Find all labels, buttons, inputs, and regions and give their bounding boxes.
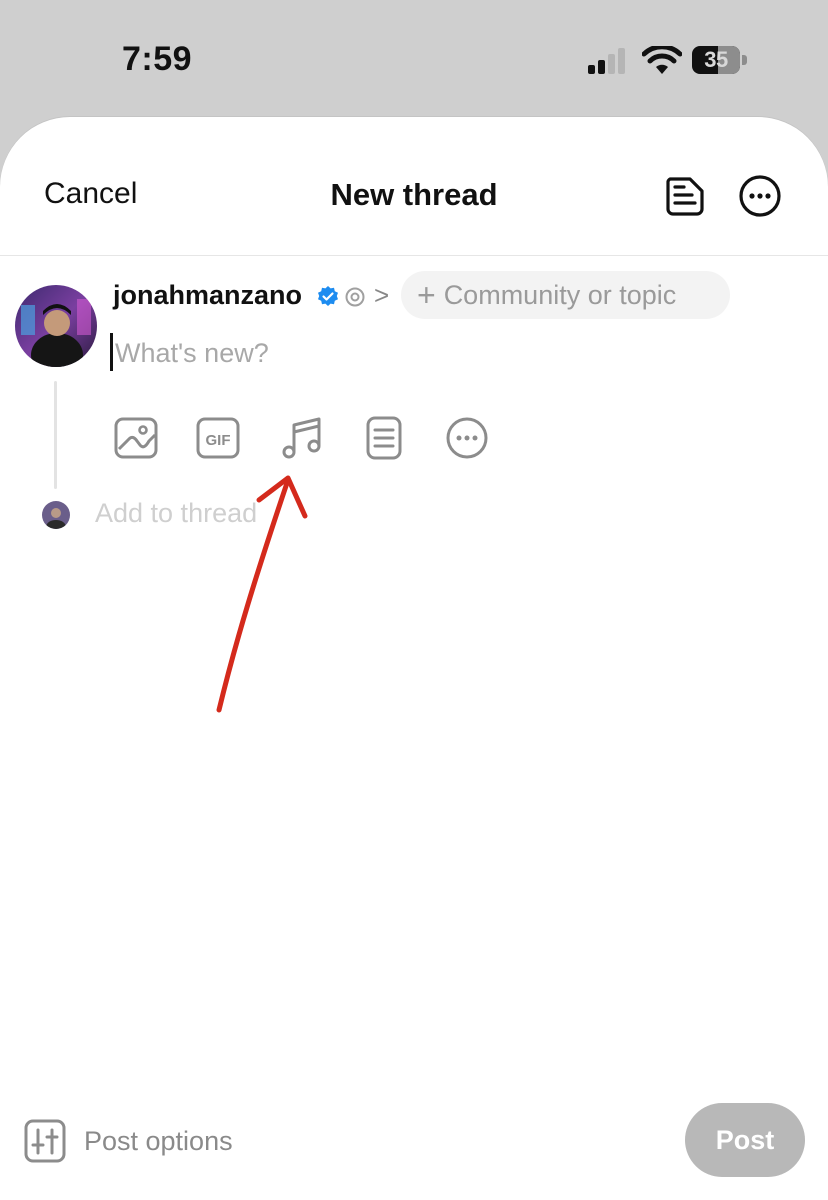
image-icon[interactable] xyxy=(113,415,159,461)
new-thread-sheet: Cancel New thread jonahmanzano > + Commu… xyxy=(0,117,828,1200)
sliders-icon xyxy=(24,1119,66,1163)
reply-avatar xyxy=(42,501,70,529)
battery-level: 35 xyxy=(704,47,728,72)
more-attachments-icon[interactable] xyxy=(444,415,490,461)
text-cursor xyxy=(110,333,113,371)
music-icon[interactable] xyxy=(278,415,324,461)
chevron-right-icon: > xyxy=(374,280,390,310)
drafts-icon[interactable] xyxy=(662,173,708,219)
thread-line xyxy=(54,381,57,489)
post-options-button[interactable]: Post options xyxy=(24,1118,233,1164)
svg-text:GIF: GIF xyxy=(206,432,231,449)
header-divider xyxy=(0,255,828,256)
sheet-header: Cancel New thread xyxy=(0,117,828,255)
community-topic-label: Community or topic xyxy=(443,279,677,310)
battery-icon: 35 xyxy=(692,46,740,74)
community-topic-button[interactable]: + Community or topic xyxy=(401,271,730,319)
add-to-thread-button[interactable]: Add to thread xyxy=(95,498,257,529)
avatar[interactable] xyxy=(15,285,97,367)
plus-icon: + xyxy=(417,277,436,313)
post-button[interactable]: Post xyxy=(685,1103,805,1177)
threads-logo-icon xyxy=(345,287,365,307)
verified-badge-icon xyxy=(318,286,338,306)
cellular-signal-icon xyxy=(588,48,625,74)
status-time: 7:59 xyxy=(122,40,193,78)
post-options-label: Post options xyxy=(84,1125,233,1156)
battery-cap xyxy=(742,55,747,65)
poll-icon[interactable] xyxy=(361,415,407,461)
more-options-icon[interactable] xyxy=(737,173,783,219)
wifi-icon xyxy=(642,46,682,74)
gif-icon[interactable]: GIF xyxy=(195,415,241,461)
thread-text-input[interactable] xyxy=(115,331,715,375)
status-icons xyxy=(586,44,682,78)
status-bar: 7:59 35 xyxy=(0,0,828,118)
username: jonahmanzano xyxy=(113,280,303,310)
